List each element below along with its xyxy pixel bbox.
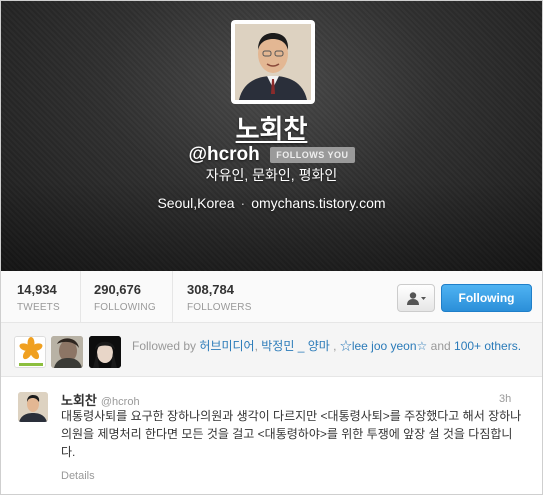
stat-followers-value: 308,784 [187,282,234,297]
profile-url[interactable]: omychans.tistory.com [251,195,385,211]
tweet-author-avatar[interactable] [18,392,48,422]
profile-avatar[interactable] [231,20,315,104]
follows-you-badge: FOLLOWS YOU [270,147,355,163]
stat-following[interactable]: 290,676 FOLLOWING [94,282,156,313]
followed-by-prefix: Followed by [132,339,197,353]
tweet-text: 대통령사퇴를 요구한 장하나의원과 생각이 다르지만 <대통령사퇴>를 주장했다… [61,409,522,459]
followed-by-others-link[interactable]: 100+ others. [454,339,521,353]
profile-bio: 자유인, 문화인, 평화인 [205,167,338,183]
location-separator: · [240,195,246,211]
profile-page: 노회찬 @hcroh FOLLOWS YOU 자유인, 문화인, 평화인 Seo… [0,0,543,495]
profile-photo [235,24,311,100]
stat-tweets-label: TWEETS [17,302,60,313]
person-with-caret-icon [407,292,426,305]
profile-header-card: 노회찬 @hcroh FOLLOWS YOU 자유인, 문화인, 평화인 Seo… [1,1,542,271]
tweet-details-link[interactable]: Details [61,470,95,482]
followed-by-separator: , [329,339,340,353]
tweet-timestamp[interactable]: 3h [499,393,511,405]
follower-avatar[interactable] [51,336,83,368]
stat-following-value: 290,676 [94,282,141,297]
follower-avatar[interactable] [14,336,46,368]
stat-divider [80,271,81,323]
tweet-author-name[interactable]: 노회찬 [61,393,97,408]
followed-by-bar: Followed by 허브미디어, 박정민 _ 양마 , ☆lee joo y… [1,323,542,377]
stat-followers-label: FOLLOWERS [187,302,252,313]
follower-avatar[interactable] [89,336,121,368]
following-button[interactable]: Following [441,284,532,312]
profile-handle-row: @hcroh FOLLOWS YOU [1,144,542,166]
followed-by-user-link[interactable]: 박정민 _ 양마 [261,339,330,353]
stat-tweets-value: 14,934 [17,282,57,297]
followed-by-user-link[interactable]: 허브미디어 [199,339,254,353]
tweet-item[interactable]: 노회찬 @hcroh 3h 대통령사퇴를 요구한 장하나의원과 생각이 다르지만 … [1,377,542,494]
stat-divider [172,271,173,323]
followed-by-text: Followed by 허브미디어, 박정민 _ 양마 , ☆lee joo y… [132,337,532,355]
stat-followers[interactable]: 308,784 FOLLOWERS [187,282,252,313]
profile-handle: @hcroh [188,144,260,165]
followed-by-user-link[interactable]: ☆lee joo yeon☆ [340,339,427,353]
profile-location: Seoul,Korea [157,195,235,211]
user-actions-button[interactable] [397,284,435,312]
followed-by-and: and [430,339,451,353]
profile-name[interactable]: 노회찬 [236,114,308,144]
profile-location-row: Seoul,Korea · omychans.tistory.com [1,195,542,211]
profile-name-row: 노회찬 [1,109,542,146]
stat-tweets[interactable]: 14,934 TWEETS [17,282,60,313]
stat-following-label: FOLLOWING [94,302,156,313]
